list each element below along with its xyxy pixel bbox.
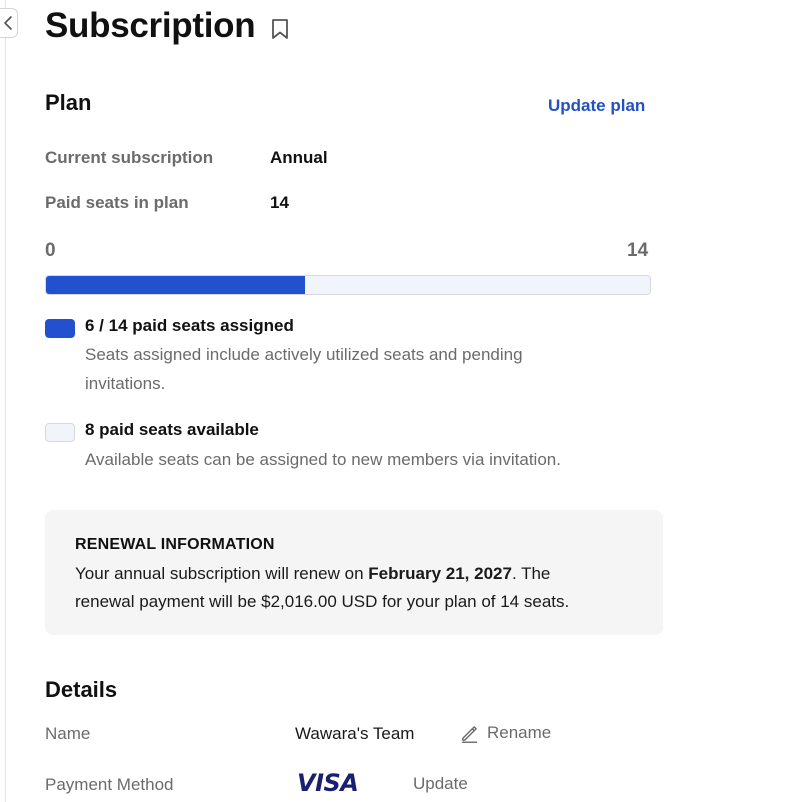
renewal-heading: RENEWAL INFORMATION <box>75 536 275 553</box>
page-header: Subscription <box>45 6 289 46</box>
assigned-legend-swatch <box>45 319 75 338</box>
renewal-text-line2: renewal payment will be $2,016.00 USD fo… <box>75 592 570 611</box>
seats-progress-bar <box>45 275 651 295</box>
assigned-legend-title: 6 / 14 paid seats assigned <box>85 316 294 335</box>
details-heading: Details <box>45 677 118 702</box>
available-legend-title: 8 paid seats available <box>85 420 259 439</box>
renewal-text: Your annual subscription will renew on F… <box>75 560 633 616</box>
seat-range-min: 0 <box>45 240 56 261</box>
rename-button[interactable]: Rename <box>460 723 551 743</box>
visa-logo: VISA <box>297 769 359 797</box>
plan-heading: Plan <box>45 90 92 115</box>
renewal-text-before-date: Your annual subscription will renew on <box>75 564 369 583</box>
chevron-left-icon <box>4 16 12 30</box>
team-name-value: Wawara's Team <box>295 724 415 743</box>
current-subscription-label: Current subscription <box>45 148 214 167</box>
renewal-text-after-date: . The <box>511 564 551 583</box>
current-subscription-value: Annual <box>270 148 328 167</box>
name-label: Name <box>45 724 91 743</box>
update-plan-link[interactable]: Update plan <box>548 96 645 116</box>
assigned-legend-desc-line2: invitations. <box>85 374 166 393</box>
renewal-info-card: RENEWAL INFORMATION Your annual subscrip… <box>45 510 663 635</box>
renewal-date: February 21, 2027 <box>368 564 512 583</box>
paid-seats-value: 14 <box>270 193 289 212</box>
rename-label: Rename <box>487 723 552 742</box>
assigned-legend-desc-line1: Seats assigned include actively utilized… <box>85 345 523 364</box>
collapse-sidebar-button[interactable] <box>0 8 18 38</box>
left-rail <box>0 0 6 802</box>
pencil-icon <box>461 725 478 743</box>
page-title: Subscription <box>45 6 256 45</box>
seat-range-max: 14 <box>627 240 649 261</box>
bookmark-icon[interactable] <box>271 18 289 40</box>
seats-progress-fill <box>46 276 305 294</box>
update-payment-button[interactable]: Update <box>413 774 468 794</box>
payment-method-label: Payment Method <box>45 775 174 794</box>
available-legend-swatch <box>45 423 75 442</box>
paid-seats-label: Paid seats in plan <box>45 193 189 212</box>
available-legend-desc: Available seats can be assigned to new m… <box>85 450 561 469</box>
